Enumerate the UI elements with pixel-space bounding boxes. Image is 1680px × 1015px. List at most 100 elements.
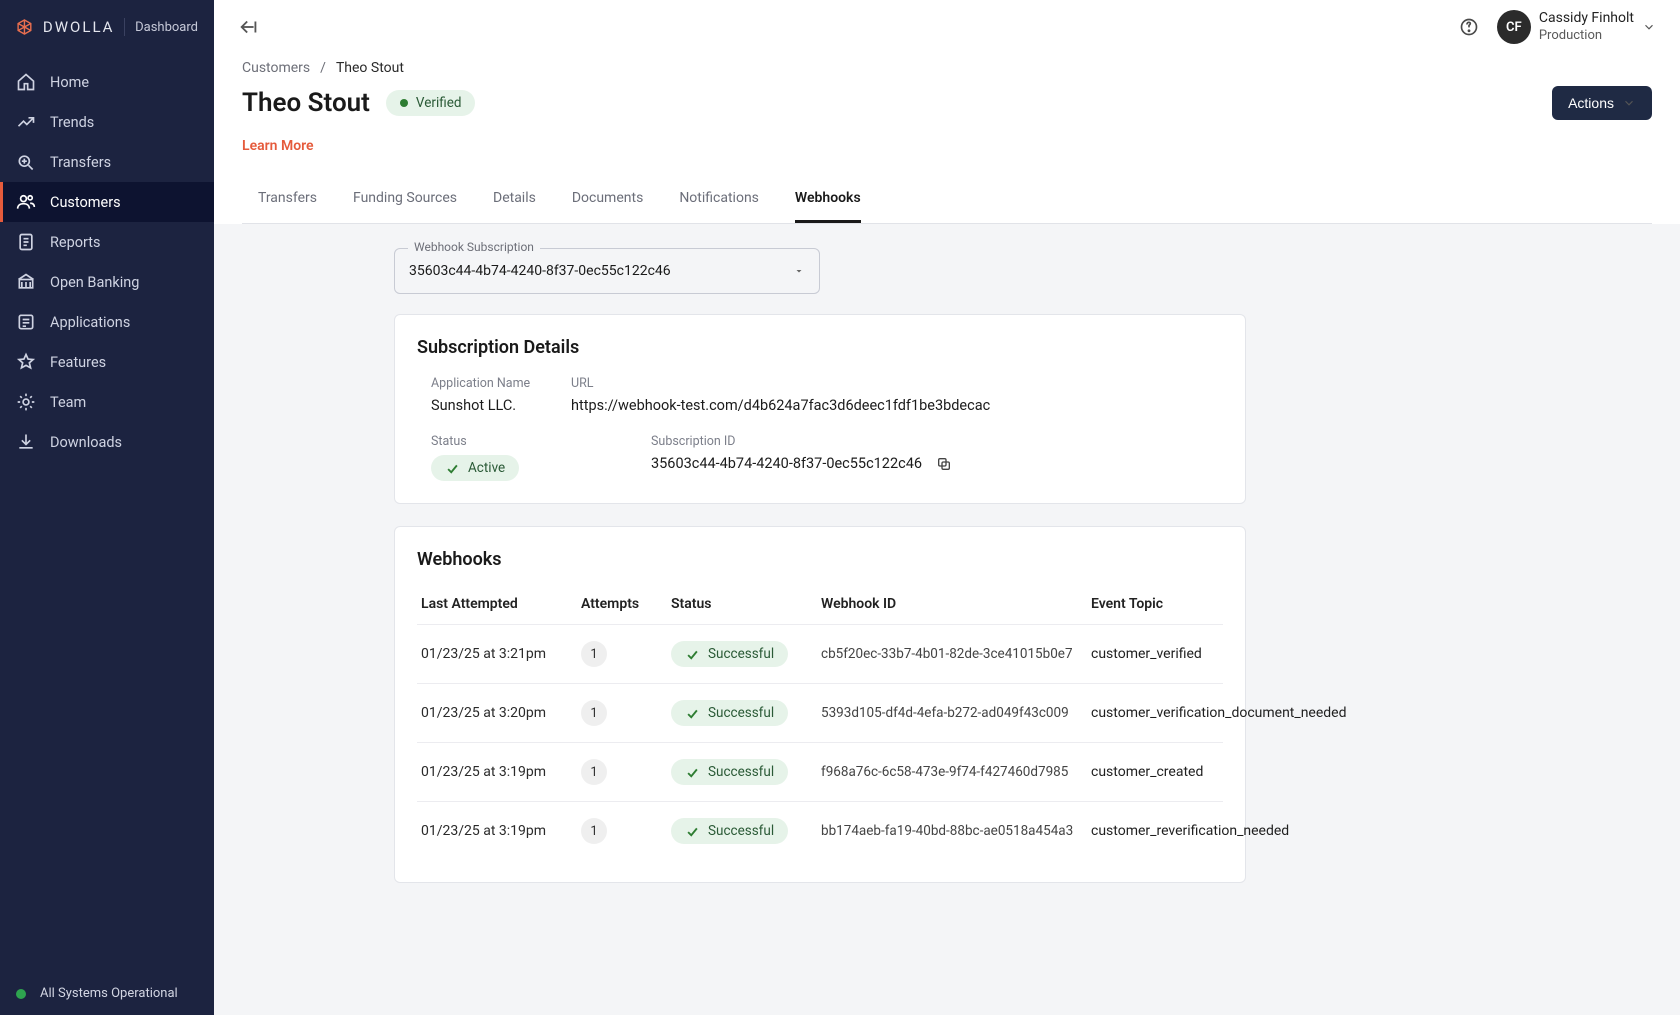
table-row[interactable]: 01/23/25 at 3:19pm 1 Successful bb174aeb…	[417, 802, 1223, 860]
webhooks-table-header: Last Attempted Attempts Status Webhook I…	[417, 588, 1223, 625]
sidebar-item-trends[interactable]: Trends	[0, 102, 214, 142]
sidebar-item-label: Features	[50, 354, 106, 371]
downloads-icon	[16, 432, 36, 452]
brand-block[interactable]: DWOLLA Dashboard	[0, 0, 214, 54]
copy-icon[interactable]	[936, 456, 952, 472]
tab-transfers[interactable]: Transfers	[258, 176, 317, 223]
sidebar-item-team[interactable]: Team	[0, 382, 214, 422]
subscription-picker-wrap: Webhook Subscription 35603c44-4b74-4240-…	[394, 248, 820, 294]
webhooks-heading: Webhooks	[417, 549, 1223, 570]
subscription-details-heading: Subscription Details	[417, 337, 1223, 358]
features-icon	[16, 352, 36, 372]
status-badge-label: Verified	[416, 95, 462, 111]
page-header: Customers / Theo Stout Theo Stout Verifi…	[214, 54, 1680, 224]
table-row[interactable]: 01/23/25 at 3:21pm 1 Successful cb5f20ec…	[417, 625, 1223, 684]
open-banking-icon	[16, 272, 36, 292]
col-event-topic: Event Topic	[1091, 596, 1219, 612]
user-environment: Production	[1539, 28, 1634, 44]
page-title: Theo Stout	[242, 88, 370, 118]
actions-button-label: Actions	[1568, 95, 1614, 111]
cell-webhook-id: cb5f20ec-33b7-4b01-82de-3ce41015b0e7	[821, 646, 1081, 662]
check-icon	[445, 461, 460, 476]
breadcrumb-current: Theo Stout	[336, 60, 404, 76]
check-icon	[685, 824, 700, 839]
col-status: Status	[671, 596, 811, 612]
user-menu[interactable]: CF Cassidy Finholt Production	[1497, 10, 1656, 44]
table-row[interactable]: 01/23/25 at 3:20pm 1 Successful 5393d105…	[417, 684, 1223, 743]
status-text: All Systems Operational	[40, 986, 178, 1001]
actions-button[interactable]: Actions	[1552, 86, 1652, 120]
url-value: https://webhook-test.com/d4b624a7fac3d6d…	[571, 397, 1223, 414]
app-name-value: Sunshot LLC.	[431, 397, 551, 414]
cell-status-badge: Successful	[671, 700, 788, 726]
chevron-down-icon	[1642, 20, 1656, 34]
sidebar-item-open-banking[interactable]: Open Banking	[0, 262, 214, 302]
tab-documents[interactable]: Documents	[572, 176, 643, 223]
sidebar-item-label: Customers	[50, 194, 121, 211]
tab-webhooks[interactable]: Webhooks	[795, 176, 861, 223]
cell-last-attempted: 01/23/25 at 3:19pm	[421, 764, 571, 780]
subscription-id-label: Subscription ID	[651, 434, 1223, 449]
cell-webhook-id: bb174aeb-fa19-40bd-88bc-ae0518a454a3	[821, 823, 1081, 839]
cell-attempts: 1	[581, 700, 607, 726]
sidebar: DWOLLA Dashboard Home Trends Transfers C…	[0, 0, 214, 1015]
cell-status-badge: Successful	[671, 641, 788, 667]
brand-sublabel: Dashboard	[135, 20, 198, 35]
sidebar-item-customers[interactable]: Customers	[0, 182, 214, 222]
tab-details[interactable]: Details	[493, 176, 536, 223]
app-name-label: Application Name	[431, 376, 551, 391]
back-icon[interactable]	[238, 18, 260, 36]
help-icon[interactable]	[1459, 17, 1479, 37]
sidebar-item-transfers[interactable]: Transfers	[0, 142, 214, 182]
check-icon	[685, 647, 700, 662]
subscription-picker-value: 35603c44-4b74-4240-8f37-0ec55c122c46	[409, 263, 671, 279]
webhooks-table: Last Attempted Attempts Status Webhook I…	[417, 588, 1223, 860]
cell-attempts: 1	[581, 759, 607, 785]
cell-status-text: Successful	[708, 646, 774, 662]
tab-funding-sources[interactable]: Funding Sources	[353, 176, 457, 223]
breadcrumb-root[interactable]: Customers	[242, 60, 310, 76]
status-badge-verified: Verified	[386, 90, 476, 116]
system-status[interactable]: All Systems Operational	[0, 972, 214, 1015]
sidebar-item-applications[interactable]: Applications	[0, 302, 214, 342]
applications-icon	[16, 312, 36, 332]
transfers-icon	[16, 152, 36, 172]
cell-last-attempted: 01/23/25 at 3:20pm	[421, 705, 571, 721]
avatar-initials: CF	[1506, 20, 1522, 35]
sidebar-item-downloads[interactable]: Downloads	[0, 422, 214, 462]
cell-status-text: Successful	[708, 705, 774, 721]
status-active-badge: Active	[431, 455, 519, 481]
brand-divider	[124, 18, 125, 36]
sidebar-item-reports[interactable]: Reports	[0, 222, 214, 262]
tab-notifications[interactable]: Notifications	[679, 176, 759, 223]
team-icon	[16, 392, 36, 412]
cell-status-text: Successful	[708, 764, 774, 780]
cell-last-attempted: 01/23/25 at 3:19pm	[421, 823, 571, 839]
cell-last-attempted: 01/23/25 at 3:21pm	[421, 646, 571, 662]
avatar: CF	[1497, 10, 1531, 44]
status-dot-icon	[400, 99, 408, 107]
status-indicator-icon	[16, 989, 26, 999]
table-row[interactable]: 01/23/25 at 3:19pm 1 Successful f968a76c…	[417, 743, 1223, 802]
url-label: URL	[571, 376, 1223, 391]
sidebar-item-home[interactable]: Home	[0, 62, 214, 102]
sidebar-item-label: Transfers	[50, 154, 111, 171]
cell-event-topic: customer_verification_document_needed	[1091, 705, 1347, 721]
tab-bar: Transfers Funding Sources Details Docume…	[242, 176, 1652, 224]
sidebar-item-label: Downloads	[50, 434, 122, 451]
user-name: Cassidy Finholt	[1539, 10, 1634, 28]
cell-event-topic: customer_created	[1091, 764, 1219, 780]
subscription-picker-label: Webhook Subscription	[408, 240, 540, 254]
learn-more-link[interactable]: Learn More	[242, 138, 314, 154]
tab-content: Webhook Subscription 35603c44-4b74-4240-…	[214, 224, 1680, 1015]
status-label: Status	[431, 434, 551, 449]
reports-icon	[16, 232, 36, 252]
cell-status-text: Successful	[708, 823, 774, 839]
sidebar-item-label: Reports	[50, 234, 101, 251]
breadcrumb: Customers / Theo Stout	[242, 60, 1652, 76]
webhooks-card: Webhooks Last Attempted Attempts Status …	[394, 526, 1246, 883]
col-webhook-id: Webhook ID	[821, 596, 1081, 612]
subscription-picker[interactable]: 35603c44-4b74-4240-8f37-0ec55c122c46	[394, 248, 820, 294]
sidebar-item-label: Open Banking	[50, 274, 139, 291]
sidebar-item-features[interactable]: Features	[0, 342, 214, 382]
